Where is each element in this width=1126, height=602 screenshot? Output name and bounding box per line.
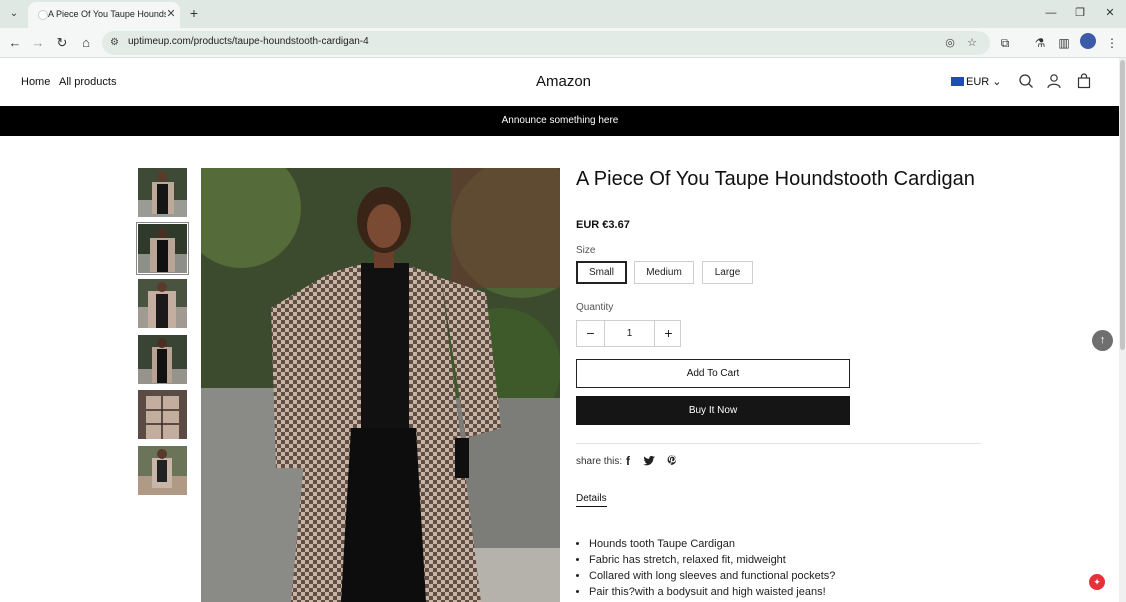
- browser-tab-bar: ⌄ A Piece Of You Taupe Houndstooth Cardi…: [0, 0, 1126, 28]
- url-text[interactable]: uptimeup.com/products/taupe-houndstooth-…: [128, 36, 369, 47]
- forward-icon[interactable]: →: [29, 34, 47, 52]
- nav-all-products[interactable]: All products: [59, 76, 116, 88]
- quantity-input[interactable]: 1: [604, 321, 655, 346]
- pinterest-icon[interactable]: [665, 454, 679, 468]
- list-item: Fabric has stretch, relaxed fit, midweig…: [589, 552, 835, 568]
- cart-bag-icon[interactable]: [1076, 73, 1092, 89]
- new-tab-icon[interactable]: +: [186, 5, 202, 21]
- product-thumbnail[interactable]: [138, 446, 187, 495]
- tab-search-icon[interactable]: ⌄: [6, 6, 22, 22]
- facebook-icon[interactable]: f: [621, 454, 635, 468]
- browser-toolbar: ← → ↻ ⌂ ⚙ uptimeup.com/products/taupe-ho…: [0, 28, 1126, 58]
- product-title: A Piece Of You Taupe Houndstooth Cardiga…: [576, 168, 975, 190]
- chevron-down-icon: ⌄: [992, 76, 1002, 88]
- reload-icon[interactable]: ↻: [53, 34, 71, 52]
- currency-label: EUR: [966, 76, 990, 88]
- chat-widget-icon[interactable]: ✦: [1089, 574, 1105, 590]
- currency-selector[interactable]: EUR ⌄: [951, 75, 1002, 89]
- kebab-menu-icon[interactable]: ⋮: [1103, 34, 1121, 52]
- address-bar[interactable]: ⚙ uptimeup.com/products/taupe-houndstoot…: [102, 31, 990, 55]
- minimize-icon[interactable]: —: [1042, 5, 1060, 21]
- tab-details[interactable]: Details: [576, 493, 607, 507]
- eu-flag-icon: [951, 77, 964, 86]
- bookmark-star-icon[interactable]: ☆: [964, 35, 980, 51]
- list-item: Hounds tooth Taupe Cardigan: [589, 536, 835, 552]
- back-to-top-icon[interactable]: ↑: [1092, 330, 1113, 351]
- product-thumbnail[interactable]: [138, 390, 187, 439]
- favicon-icon: [38, 10, 48, 20]
- profile-avatar[interactable]: [1080, 33, 1096, 49]
- side-panel-icon[interactable]: ▥: [1055, 34, 1073, 52]
- size-option-small[interactable]: Small: [576, 261, 627, 284]
- eye-off-icon[interactable]: ◎: [942, 35, 958, 51]
- product-price: EUR €3.67: [576, 219, 630, 231]
- product-thumbnail[interactable]: [138, 335, 187, 384]
- decrease-quantity-icon[interactable]: −: [577, 321, 604, 346]
- add-to-cart-button[interactable]: Add To Cart: [576, 359, 850, 388]
- list-item: Collared with long sleeves and functiona…: [589, 568, 835, 584]
- lab-flask-icon[interactable]: ⚗: [1031, 34, 1049, 52]
- increase-quantity-icon[interactable]: +: [655, 321, 682, 346]
- extensions-icon[interactable]: ⧉: [996, 34, 1014, 52]
- product-thumbnail[interactable]: [138, 168, 187, 217]
- size-option-medium[interactable]: Medium: [634, 261, 694, 284]
- close-tab-icon[interactable]: ✕: [164, 7, 178, 21]
- site-info-icon[interactable]: ⚙: [110, 36, 122, 50]
- search-icon[interactable]: [1018, 73, 1034, 89]
- window-close-icon[interactable]: ✕: [1101, 5, 1119, 21]
- quantity-stepper: − 1 +: [576, 320, 681, 347]
- tab-title: A Piece Of You Taupe Houndstooth Cardiga…: [48, 9, 166, 19]
- home-icon[interactable]: ⌂: [77, 34, 95, 52]
- share-label: share this:: [576, 456, 623, 467]
- back-icon[interactable]: ←: [6, 34, 24, 52]
- details-list: Hounds tooth Taupe Cardigan Fabric has s…: [589, 536, 835, 600]
- announcement-bar: Announce something here: [0, 106, 1120, 136]
- twitter-icon[interactable]: [642, 454, 656, 468]
- buy-now-button[interactable]: Buy It Now: [576, 396, 850, 425]
- store-brand[interactable]: Amazon: [536, 73, 591, 90]
- size-option-large[interactable]: Large: [702, 261, 753, 284]
- web-page: Home All products Amazon EUR ⌄ Announce …: [0, 58, 1120, 602]
- restore-icon[interactable]: ❐: [1071, 5, 1089, 21]
- browser-tab[interactable]: A Piece Of You Taupe Houndstooth Cardiga…: [28, 2, 180, 28]
- quantity-label: Quantity: [576, 302, 614, 313]
- product-main-image[interactable]: [201, 168, 560, 602]
- list-item: Pair this?with a bodysuit and high waist…: [589, 584, 835, 600]
- product-thumbnail[interactable]: [136, 222, 189, 275]
- nav-home[interactable]: Home: [21, 76, 50, 88]
- product-thumbnail[interactable]: [138, 279, 187, 328]
- scrollbar-thumb[interactable]: [1120, 60, 1125, 350]
- size-label: Size: [576, 245, 596, 256]
- divider: [576, 443, 981, 444]
- account-icon[interactable]: [1046, 73, 1062, 89]
